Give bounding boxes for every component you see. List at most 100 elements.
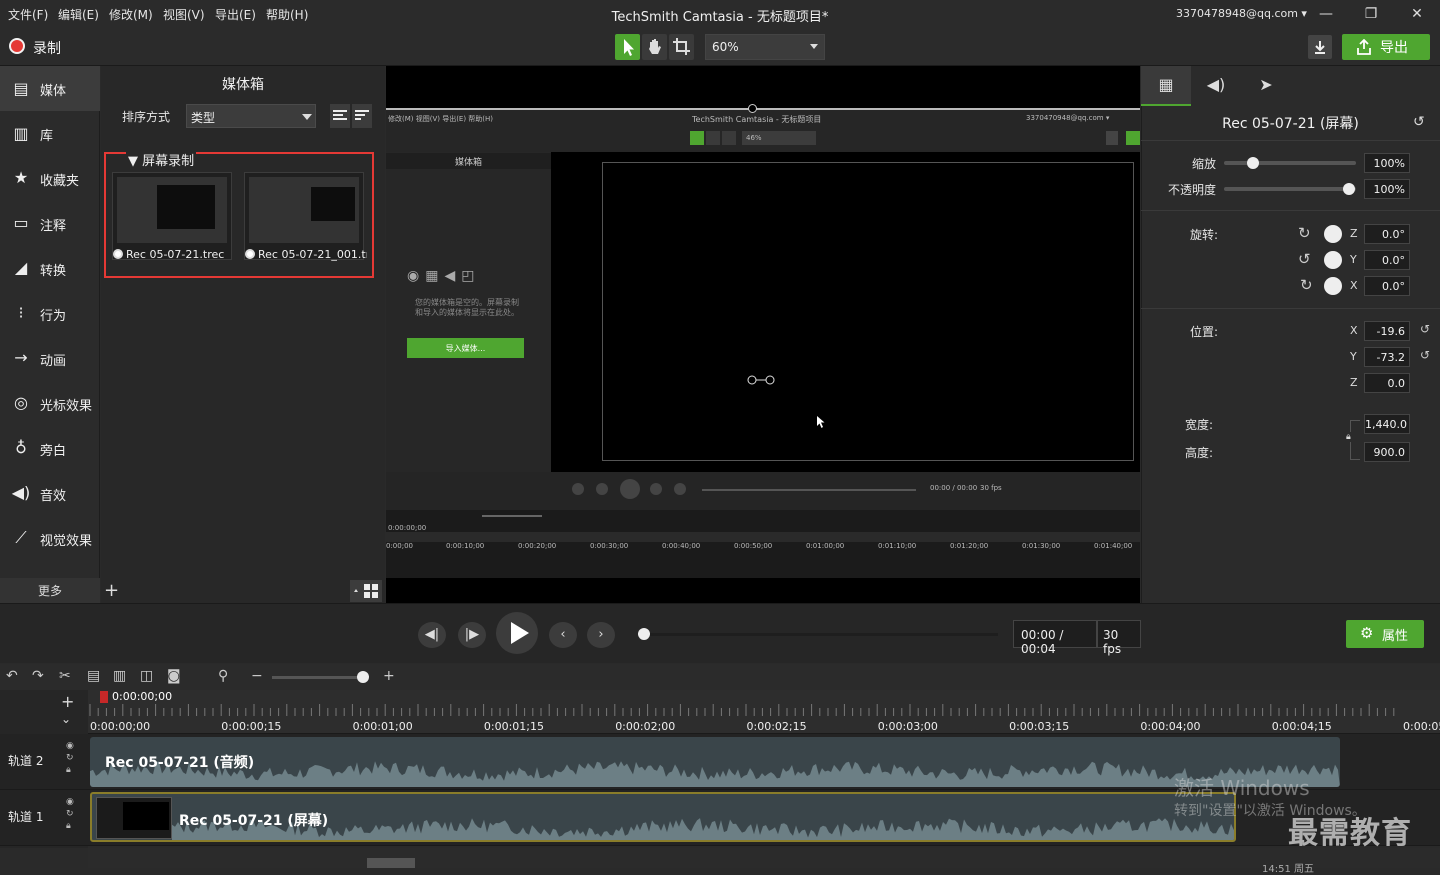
position-x-field[interactable]: -19.6 (1364, 321, 1410, 341)
scale-slider[interactable] (1224, 161, 1356, 165)
more-button[interactable]: 更多 (0, 578, 100, 603)
crop-tool-button[interactable] (669, 34, 694, 60)
scissors-icon[interactable]: ✂ (59, 668, 71, 684)
recorded-account: 3370470948@qq.com ▾ (1026, 114, 1110, 122)
previous-frame-button[interactable]: ◀| (418, 622, 446, 648)
sidebar-item-audio-effects[interactable]: ◀) 音效 (0, 471, 100, 516)
rotation-x-field[interactable]: 0.0° (1364, 276, 1410, 296)
sidebar-item-behaviors[interactable]: ⁝ 行为 (0, 291, 100, 336)
zoom-out-icon[interactable]: − (251, 668, 263, 684)
redo-icon[interactable]: ↷ (32, 668, 44, 684)
sidebar-item-annotations[interactable]: ▭ 注释 (0, 201, 100, 246)
close-button[interactable]: ✕ (1407, 4, 1427, 24)
playback-scrubber[interactable] (640, 633, 998, 636)
pan-tool-button[interactable] (642, 34, 667, 60)
export-button[interactable]: 导出 (1342, 34, 1430, 60)
search-icon[interactable]: ⚲ (218, 668, 228, 684)
axis-label: Z (1350, 227, 1358, 240)
zoom-select[interactable]: 60% (705, 34, 825, 60)
height-field[interactable]: 900.0 (1364, 442, 1410, 462)
rotation-z-field[interactable]: 0.0° (1364, 224, 1410, 244)
opacity-field[interactable]: 100% (1364, 179, 1410, 199)
account-menu[interactable]: 3370478948@qq.com ▾ (1176, 7, 1307, 20)
sidebar-item-animations[interactable]: → 动画 (0, 336, 100, 381)
sidebar-item-favorites[interactable]: ★ 收藏夹 (0, 156, 100, 201)
width-field[interactable]: 1,440.0 (1364, 414, 1410, 434)
chevron-down-icon (810, 44, 818, 49)
media-item[interactable] (112, 172, 232, 260)
record-icon[interactable] (9, 38, 25, 54)
rotate-z-dial[interactable] (1324, 225, 1342, 243)
media-icon: ▤ (13, 79, 29, 98)
hand-icon (649, 39, 661, 54)
sidebar-item-voice-narration[interactable]: ♁ 旁白 (0, 426, 100, 471)
copy-icon[interactable]: ▤ (87, 668, 100, 684)
lock-icon[interactable]: 🔒︎ (1346, 432, 1351, 442)
zoom-in-icon[interactable]: + (383, 668, 395, 684)
section-header[interactable]: ▼ 屏幕录制 (126, 150, 197, 169)
sidebar-item-cursor-effects[interactable]: ◎ 光标效果 (0, 381, 100, 426)
tab-audio-properties[interactable]: ◀) (1191, 66, 1241, 106)
position-y-field[interactable]: -73.2 (1364, 347, 1410, 367)
video-clip[interactable]: Rec 05-07-21 (屏幕) (90, 792, 1236, 842)
track-controls[interactable]: ◉ ↻ 🔒︎ (66, 796, 74, 832)
sort-order-button[interactable] (352, 104, 372, 128)
step-back-button[interactable]: |▶ (458, 622, 486, 648)
sidebar-item-visual-effects[interactable]: ⟋ 视觉效果 (0, 516, 100, 561)
tab-cursor-properties[interactable]: ➤ (1241, 66, 1291, 106)
sidebar-item-media[interactable]: ▤ 媒体 (0, 66, 100, 111)
minimize-button[interactable]: — (1316, 4, 1336, 24)
select-tool-button[interactable] (615, 34, 640, 60)
chevron-down-icon[interactable]: ⌄ (61, 712, 71, 726)
previous-marker-button[interactable]: ‹ (549, 622, 577, 648)
rotate-y-dial[interactable] (1324, 251, 1342, 269)
details-view-button[interactable] (330, 104, 350, 128)
opacity-slider-handle[interactable] (1343, 183, 1355, 195)
sidebar-item-transitions[interactable]: ◢ 转换 (0, 246, 100, 291)
undo-icon[interactable]: ↶ (6, 668, 18, 684)
opacity-slider[interactable] (1224, 187, 1356, 191)
timeline-zoom-slider[interactable] (272, 676, 368, 679)
add-media-button[interactable]: + (104, 580, 119, 601)
opacity-label: 不透明度 (1168, 183, 1217, 197)
reset-icon[interactable]: ↺ (1420, 322, 1430, 336)
chevron-right-icon: › (598, 627, 604, 642)
sidebar-item-label: 收藏夹 (40, 174, 80, 189)
sidebar-item-label: 库 (40, 129, 54, 144)
download-button[interactable] (1308, 35, 1332, 59)
rotation-y-field[interactable]: 0.0° (1364, 250, 1410, 270)
next-marker-button[interactable]: › (587, 622, 615, 648)
recorded-zoom: 46% (742, 131, 816, 145)
grid-view-button[interactable] (350, 580, 382, 602)
play-button[interactable] (496, 612, 538, 654)
scrubber-handle[interactable] (638, 628, 650, 640)
tab-visual-properties[interactable]: ▦ (1141, 66, 1191, 106)
maximize-button[interactable]: ❐ (1361, 4, 1381, 24)
track-controls[interactable]: ◉ ↻ 🔒︎ (66, 740, 74, 776)
sort-select[interactable]: 类型 (186, 104, 316, 128)
split-icon[interactable]: ◫ (140, 668, 153, 684)
properties-button[interactable]: ⚙ 属性 (1346, 620, 1424, 648)
sidebar-item-library[interactable]: ▥ 库 (0, 111, 100, 156)
camera-icon[interactable]: ◙ (167, 668, 181, 684)
paste-icon[interactable]: ▥ (113, 668, 126, 684)
timeline-zoom-handle[interactable] (357, 671, 369, 683)
rotate-x-dial[interactable] (1324, 277, 1342, 295)
scrollbar-thumb[interactable] (367, 858, 415, 868)
annotation-icon: ▭ (13, 213, 29, 232)
media-item[interactable] (244, 172, 364, 260)
recorded-import-button: 导入媒体... (407, 338, 524, 358)
record-button[interactable]: 录制 (33, 38, 61, 58)
scale-field[interactable]: 100% (1364, 153, 1410, 173)
playhead[interactable] (100, 691, 108, 703)
rotate-handle[interactable] (748, 104, 757, 113)
add-track-icon[interactable]: + (61, 692, 74, 711)
timeline-scrollbar[interactable] (88, 848, 1440, 868)
divider (1141, 140, 1440, 141)
position-z-field[interactable]: 0.0 (1364, 373, 1410, 393)
scale-slider-handle[interactable] (1247, 157, 1259, 169)
reset-icon[interactable]: ↺ (1420, 348, 1430, 362)
audio-clip[interactable]: Rec 05-07-21 (音频) (90, 737, 1340, 787)
reset-icon[interactable]: ↺ (1413, 114, 1425, 130)
cursor-icon (747, 375, 775, 385)
